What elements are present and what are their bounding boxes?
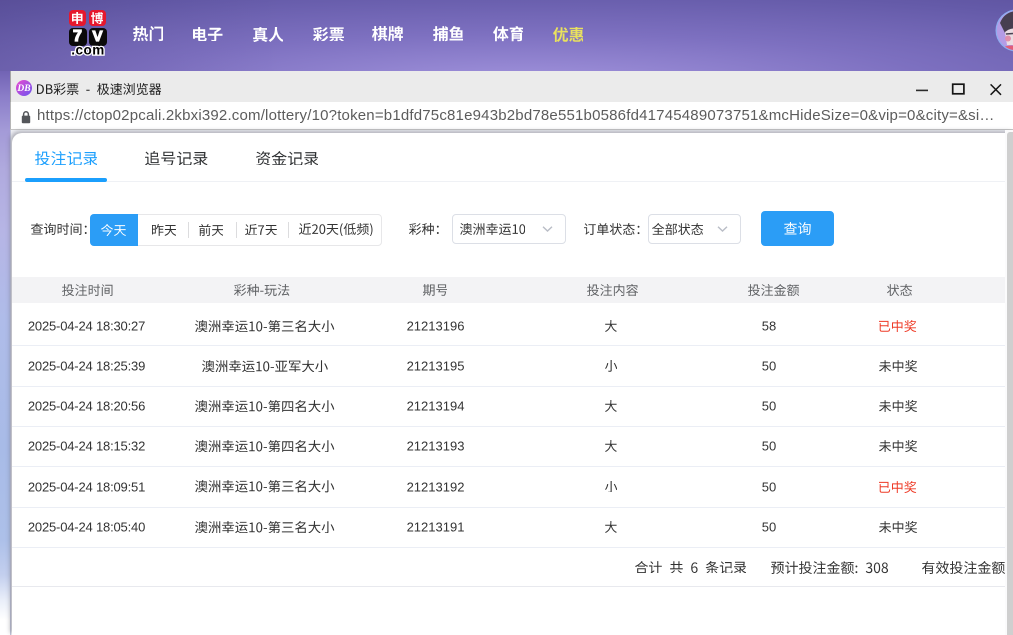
svg-text:.com: .com — [71, 43, 105, 57]
svg-text:DB: DB — [16, 84, 30, 94]
